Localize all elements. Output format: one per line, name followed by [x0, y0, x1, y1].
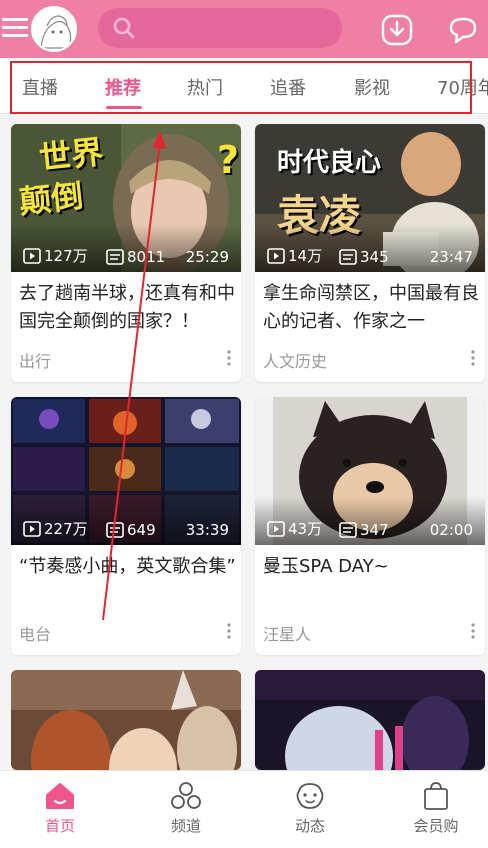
nav-label: 会员购 [413, 817, 459, 835]
view-count: 14万 [267, 245, 322, 266]
comment-count-value: 347 [360, 521, 389, 539]
video-card[interactable]: 227万 649 33:39 “节奏感小曲，英文歌合集” 电台 [11, 397, 241, 655]
tab-recommend[interactable]: 推荐 [105, 74, 141, 100]
nav-home[interactable]: 首页 [20, 781, 100, 836]
view-count-value: 227万 [44, 520, 88, 538]
video-card[interactable] [11, 670, 241, 770]
danmaku-icon [339, 249, 357, 265]
dynamics-icon [296, 783, 324, 809]
more-options-icon[interactable] [227, 350, 231, 366]
menu-icon[interactable] [2, 18, 28, 38]
more-options-icon[interactable] [471, 350, 475, 366]
avatar[interactable] [31, 6, 77, 52]
view-count-value: 127万 [44, 247, 88, 265]
message-icon[interactable] [447, 14, 479, 46]
more-options-icon[interactable] [227, 623, 231, 639]
more-options-icon[interactable] [471, 623, 475, 639]
video-card[interactable]: 43万 347 02:00 曼玉SPA DAY~ 汪星人 [255, 397, 485, 655]
play-count-icon [267, 520, 285, 537]
nav-dynamics[interactable]: 动态 [270, 781, 350, 836]
video-title[interactable]: 拿生命闯禁区，中国最有良心的记者、作家之一 [263, 280, 481, 336]
view-count: 227万 [23, 518, 88, 539]
view-count: 43万 [267, 518, 322, 539]
video-category[interactable]: 出行 [19, 348, 51, 372]
video-thumbnail[interactable] [255, 670, 485, 770]
video-duration: 33:39 [185, 521, 229, 539]
video-thumbnail[interactable]: 43万 347 02:00 [255, 397, 485, 545]
video-category[interactable]: 人文历史 [263, 348, 327, 372]
bottom-navigation: 首页 频道 动态 会员购 [0, 770, 488, 848]
video-thumbnail[interactable] [11, 670, 241, 770]
danmaku-icon [106, 522, 124, 538]
tab-movies[interactable]: 影视 [354, 74, 390, 100]
nav-channels[interactable]: 频道 [146, 781, 226, 836]
channels-icon [171, 782, 201, 809]
video-duration: 23:47 [429, 248, 473, 266]
danmaku-icon [339, 522, 357, 538]
comment-count: 345 [339, 248, 389, 266]
video-category[interactable]: 汪星人 [263, 621, 311, 645]
comment-count-value: 8011 [127, 248, 166, 266]
video-category[interactable]: 电台 [19, 621, 51, 645]
video-title[interactable]: 曼玉SPA DAY~ [263, 553, 481, 581]
highlight-box [10, 61, 472, 114]
nav-label: 频道 [170, 817, 201, 835]
video-thumbnail[interactable]: 时代良心 袁凌 14万 345 23:47 [255, 124, 485, 272]
tab-live[interactable]: 直播 [22, 74, 58, 100]
thumbnail-caption: 时代良心 [277, 148, 382, 178]
play-count-icon [23, 247, 41, 264]
download-icon[interactable] [381, 14, 413, 46]
video-card[interactable]: 时代良心 袁凌 14万 345 23:47 拿生命闯禁区，中国最有良心的记者、作… [255, 124, 485, 382]
comment-count-value: 649 [127, 521, 156, 539]
play-count-icon [267, 247, 285, 264]
video-card[interactable]: 世界 颠倒 ? 127万 8011 25:29 去了趟南半球，还真有和中国完全颠… [11, 124, 241, 382]
comment-count-value: 345 [360, 248, 389, 266]
view-count-value: 14万 [288, 247, 323, 265]
top-bar [0, 0, 488, 58]
tab-anime[interactable]: 追番 [270, 74, 306, 100]
thumbnail-question-mark: ? [217, 138, 240, 182]
video-thumbnail[interactable]: 世界 颠倒 ? 127万 8011 25:29 [11, 124, 241, 272]
nav-member-shop[interactable]: 会员购 [396, 781, 476, 836]
comment-count: 8011 [106, 248, 165, 266]
active-tab-indicator [106, 106, 142, 109]
search-input[interactable] [98, 8, 342, 48]
shopping-bag-icon [424, 782, 448, 810]
video-thumbnail[interactable]: 227万 649 33:39 [11, 397, 241, 545]
view-count-value: 43万 [288, 520, 323, 538]
thumbnail-caption: 颠倒 [17, 176, 86, 222]
danmaku-icon [106, 249, 124, 265]
video-duration: 25:29 [185, 248, 229, 266]
video-title[interactable]: 去了趟南半球，还真有和中国完全颠倒的国家？！ [19, 280, 237, 336]
view-count: 127万 [23, 245, 88, 266]
video-card[interactable] [255, 670, 485, 770]
search-icon [113, 17, 135, 39]
category-tabs: 直播 推荐 热门 追番 影视 70周年 [0, 58, 488, 114]
video-title[interactable]: “节奏感小曲，英文歌合集” [19, 553, 237, 581]
video-duration: 02:00 [429, 521, 473, 539]
nav-label: 首页 [44, 817, 75, 835]
comment-count: 649 [106, 521, 156, 539]
tab-70th-anniversary[interactable]: 70周年 [437, 74, 488, 100]
home-icon [46, 783, 74, 809]
nav-label: 动态 [294, 817, 325, 835]
tab-hot[interactable]: 热门 [187, 74, 223, 100]
comment-count: 347 [339, 521, 389, 539]
play-count-icon [23, 520, 41, 537]
